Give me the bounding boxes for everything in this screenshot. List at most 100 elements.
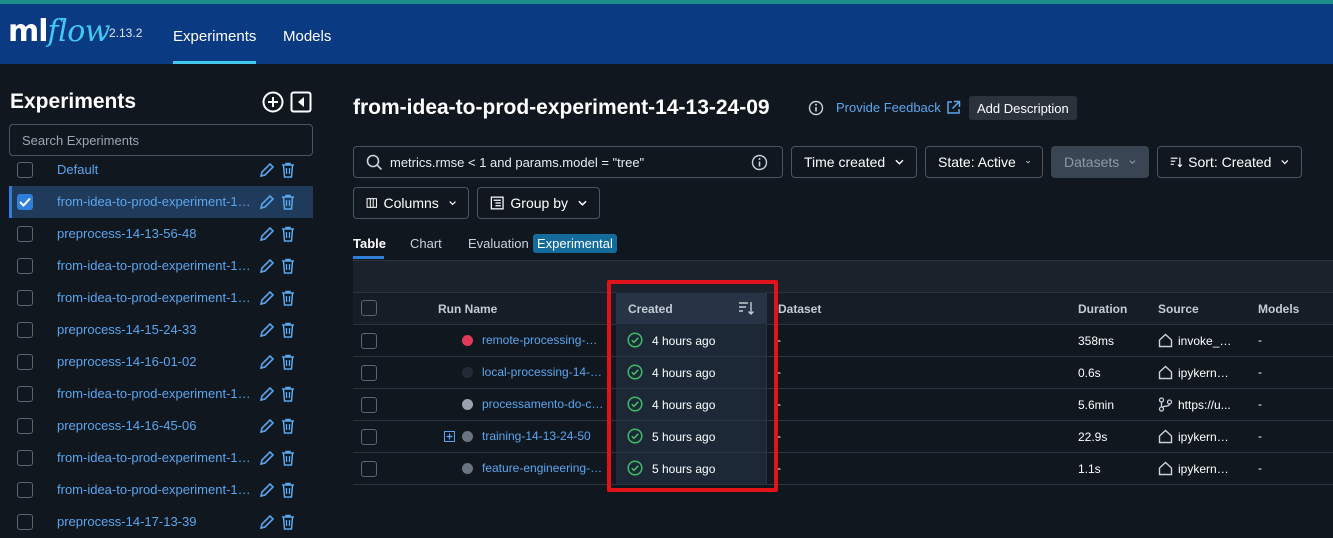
experiment-item-selected[interactable]: from-idea-to-prod-experiment-14-13-24-09	[9, 186, 313, 218]
experiment-name[interactable]: from-idea-to-prod-experiment-14-15-08-17	[57, 290, 253, 305]
experiment-checkbox[interactable]	[17, 482, 33, 498]
table-row[interactable]: processamento-do-conjunto 4 hours ago - …	[353, 389, 1333, 421]
run-filter-input[interactable]	[390, 147, 740, 177]
source-value[interactable]: ipykernel_launcher	[1178, 462, 1233, 476]
experiment-checkbox[interactable]	[17, 290, 33, 306]
collapse-sidebar-icon[interactable]	[290, 91, 312, 113]
trash-icon[interactable]	[281, 322, 295, 338]
column-header-created[interactable]: Created	[628, 302, 673, 316]
run-name-link[interactable]: remote-processing-14-13-25-10	[482, 333, 604, 347]
pencil-icon[interactable]	[259, 194, 275, 210]
pencil-icon[interactable]	[259, 450, 275, 466]
experiment-item[interactable]: from-idea-to-prod-experiment-14-15-08-17	[9, 282, 313, 314]
experiment-item[interactable]: preprocess-14-17-13-39	[9, 506, 313, 538]
experiment-name[interactable]: from-idea-to-prod-experiment-14-17-02-19	[57, 450, 253, 465]
pencil-icon[interactable]	[259, 290, 275, 306]
tab-chart[interactable]: Chart	[410, 236, 442, 251]
pencil-icon[interactable]	[259, 386, 275, 402]
trash-icon[interactable]	[281, 418, 295, 434]
external-link-icon[interactable]	[946, 100, 961, 115]
select-all-checkbox[interactable]	[361, 300, 377, 316]
experiment-name[interactable]: from-idea-to-prod-experiment-14-13-24-09	[57, 194, 253, 209]
column-header-models[interactable]: Models	[1258, 302, 1299, 316]
columns-dropdown[interactable]: Columns	[353, 187, 469, 219]
experiment-checkbox[interactable]	[17, 354, 33, 370]
table-row[interactable]: feature-engineering-14-13-24-32 5 hours …	[353, 453, 1333, 485]
state-dropdown[interactable]: State: Active	[925, 146, 1043, 178]
datasets-dropdown[interactable]: Datasets	[1051, 146, 1149, 178]
experiment-checkbox[interactable]	[17, 322, 33, 338]
experiment-item[interactable]: from-idea-to-prod-experiment-14-16-28-51	[9, 378, 313, 410]
experiment-checkbox[interactable]	[17, 514, 33, 530]
trash-icon[interactable]	[281, 290, 295, 306]
experiment-name[interactable]: preprocess-14-16-45-06	[57, 418, 253, 433]
sort-dropdown[interactable]: Sort: Created	[1157, 146, 1302, 178]
trash-icon[interactable]	[281, 162, 295, 178]
table-row[interactable]: training-14-13-24-50 5 hours ago - 22.9s…	[353, 421, 1333, 453]
pencil-icon[interactable]	[259, 258, 275, 274]
experiment-name[interactable]: Default	[57, 162, 253, 177]
experiment-item[interactable]: from-idea-to-prod-experiment-14-17-05-44	[9, 474, 313, 506]
time-created-dropdown[interactable]: Time created	[791, 146, 917, 178]
trash-icon[interactable]	[281, 258, 295, 274]
experiment-checkbox[interactable]	[17, 162, 33, 178]
column-header-run-name[interactable]: Run Name	[438, 302, 497, 316]
trash-icon[interactable]	[281, 194, 295, 210]
info-icon[interactable]	[751, 154, 768, 171]
row-checkbox[interactable]	[361, 429, 377, 445]
experiment-checkbox[interactable]	[17, 386, 33, 402]
trash-icon[interactable]	[281, 514, 295, 530]
experiment-item[interactable]: preprocess-14-16-01-02	[9, 346, 313, 378]
search-experiments-input[interactable]	[9, 124, 313, 156]
row-checkbox[interactable]	[361, 365, 377, 381]
trash-icon[interactable]	[281, 482, 295, 498]
experiment-name[interactable]: preprocess-14-13-56-48	[57, 226, 253, 241]
experiment-checkbox[interactable]	[17, 450, 33, 466]
experiment-name[interactable]: from-idea-to-prod-experiment-14-16-28-51	[57, 386, 253, 401]
column-header-duration[interactable]: Duration	[1078, 302, 1127, 316]
experiment-name[interactable]: from-idea-to-prod-experiment-14-17-05-44	[57, 482, 253, 497]
sort-descending-icon[interactable]	[738, 301, 754, 315]
pencil-icon[interactable]	[259, 418, 275, 434]
experiment-name[interactable]: preprocess-14-15-24-33	[57, 322, 253, 337]
source-value[interactable]: https://u...	[1178, 398, 1233, 412]
run-name-link[interactable]: training-14-13-24-50	[482, 429, 604, 443]
trash-icon[interactable]	[281, 354, 295, 370]
row-checkbox[interactable]	[361, 333, 377, 349]
expand-plus-icon[interactable]	[444, 431, 455, 442]
column-header-dataset[interactable]: Dataset	[778, 302, 821, 316]
group-by-dropdown[interactable]: Group by	[477, 187, 600, 219]
mlflow-logo[interactable]: ml flow	[8, 14, 111, 54]
experiment-item[interactable]: preprocess-14-15-24-33	[9, 314, 313, 346]
source-value[interactable]: ipykernel_launcher	[1178, 366, 1233, 380]
pencil-icon[interactable]	[259, 514, 275, 530]
trash-icon[interactable]	[281, 386, 295, 402]
table-row[interactable]: remote-processing-14-13-25-10 4 hours ag…	[353, 325, 1333, 357]
nav-tab-models[interactable]: Models	[283, 8, 331, 64]
trash-icon[interactable]	[281, 450, 295, 466]
pencil-icon[interactable]	[259, 482, 275, 498]
trash-icon[interactable]	[281, 226, 295, 242]
experiment-checkbox[interactable]	[17, 418, 33, 434]
experiment-name[interactable]: from-idea-to-prod-experiment-14-14-26-41	[57, 258, 253, 273]
experiment-checkbox[interactable]	[17, 258, 33, 274]
run-name-link[interactable]: local-processing-14-13-40-02	[482, 365, 604, 379]
experiment-checkbox[interactable]	[17, 226, 33, 242]
add-description-button[interactable]: Add Description	[969, 96, 1077, 120]
pencil-icon[interactable]	[259, 162, 275, 178]
pencil-icon[interactable]	[259, 322, 275, 338]
nav-tab-experiments[interactable]: Experiments	[173, 8, 257, 64]
experiment-item[interactable]: from-idea-to-prod-experiment-14-17-02-19	[9, 442, 313, 474]
provide-feedback-link[interactable]: Provide Feedback	[836, 100, 941, 115]
experiment-checkbox[interactable]	[17, 194, 33, 210]
pencil-icon[interactable]	[259, 226, 275, 242]
plus-circle-icon[interactable]	[262, 91, 284, 113]
source-value[interactable]: ipykernel_launcher	[1178, 430, 1233, 444]
table-row[interactable]: local-processing-14-13-40-02 4 hours ago…	[353, 357, 1333, 389]
experiment-item[interactable]: preprocess-14-13-56-48	[9, 218, 313, 250]
experiment-name[interactable]: preprocess-14-16-01-02	[57, 354, 253, 369]
source-value[interactable]: invoke_function	[1178, 334, 1233, 348]
row-checkbox[interactable]	[361, 461, 377, 477]
experiment-item[interactable]: Default	[9, 154, 313, 186]
row-checkbox[interactable]	[361, 397, 377, 413]
